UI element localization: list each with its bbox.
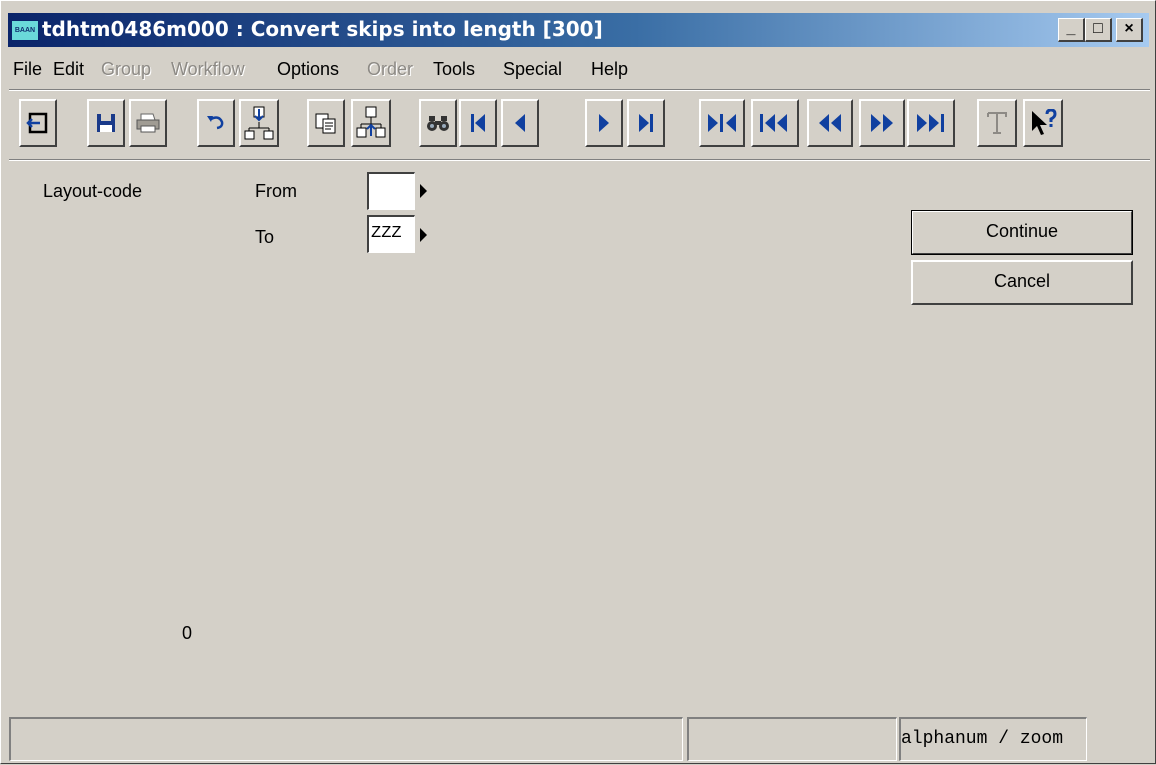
menu-tools[interactable]: Tools — [433, 59, 475, 80]
copy-button[interactable] — [307, 99, 345, 147]
continue-button[interactable]: Continue — [911, 210, 1133, 255]
status-bar: alphanum / zoom — [1, 711, 1156, 765]
previous-record-icon — [515, 114, 525, 132]
menu-help[interactable]: Help — [591, 59, 628, 80]
menu-special[interactable]: Special — [503, 59, 562, 80]
menu-edit[interactable]: Edit — [53, 59, 84, 80]
exit-button[interactable] — [19, 99, 57, 147]
menu-file[interactable]: File — [13, 59, 42, 80]
save-icon — [97, 114, 115, 132]
close-icon: × — [1124, 20, 1134, 37]
previous-group-icon — [819, 114, 841, 132]
layout-code-from-field[interactable] — [367, 172, 415, 210]
layout-code-label: Layout-code — [43, 181, 143, 201]
previous-group-button[interactable] — [807, 99, 853, 147]
text-icon — [987, 112, 1007, 134]
app-icon[interactable]: BAAN — [11, 20, 39, 41]
menu-order[interactable]: Order — [367, 59, 413, 80]
to-label: To — [255, 227, 275, 247]
last-group-icon — [917, 114, 944, 132]
app-icon-text: BAAN — [14, 27, 36, 34]
minimize-icon: _ — [1066, 20, 1076, 37]
menu-divider — [9, 89, 1150, 91]
maximize-button[interactable]: □ — [1085, 18, 1112, 42]
first-record-icon — [471, 114, 485, 132]
undo-button[interactable] — [197, 99, 235, 147]
find-button[interactable] — [419, 99, 457, 147]
last-record-button[interactable] — [627, 99, 665, 147]
toolbar-divider — [9, 159, 1150, 161]
to-zoom-arrow-icon[interactable] — [420, 228, 427, 242]
minimize-button[interactable]: _ — [1058, 18, 1085, 42]
window-title: tdhtm0486m000 : Convert skips into lengt… — [42, 17, 603, 41]
insert-icon — [244, 106, 274, 140]
layout-code-to-field[interactable]: ZZZ — [367, 215, 415, 253]
whats-this-help-icon — [1032, 109, 1057, 135]
application-window: BAAN tdhtm0486m000 : Convert skips into … — [0, 0, 1156, 764]
last-record-icon — [639, 114, 653, 132]
close-button[interactable]: × — [1116, 18, 1143, 42]
status-mode-pane: alphanum / zoom — [899, 717, 1087, 761]
cancel-button[interactable]: Cancel — [911, 260, 1133, 305]
previous-group-set-button[interactable] — [751, 99, 799, 147]
title-bar[interactable]: BAAN tdhtm0486m000 : Convert skips into … — [8, 13, 1149, 47]
next-group-button[interactable] — [859, 99, 905, 147]
from-label: From — [255, 181, 297, 201]
insert-button[interactable] — [239, 99, 279, 147]
find-icon — [427, 116, 449, 131]
print-icon — [136, 113, 160, 133]
menu-workflow[interactable]: Workflow — [171, 59, 245, 80]
status-message-pane — [9, 717, 683, 761]
menu-group[interactable]: Group — [101, 59, 151, 80]
from-zoom-arrow-icon[interactable] — [420, 184, 427, 198]
copy-icon — [315, 113, 336, 134]
last-group-button[interactable] — [907, 99, 955, 147]
first-group-icon — [708, 114, 736, 132]
menu-options[interactable]: Options — [277, 59, 339, 80]
text-button[interactable] — [977, 99, 1017, 147]
toolbar — [1, 95, 1156, 159]
next-group-icon — [871, 114, 893, 132]
exit-icon — [26, 112, 48, 134]
maximize-icon: □ — [1093, 20, 1103, 37]
status-info-pane — [687, 717, 897, 761]
undo-icon — [207, 116, 224, 130]
save-button[interactable] — [87, 99, 125, 147]
duplicate-button[interactable] — [351, 99, 391, 147]
first-group-button[interactable] — [699, 99, 745, 147]
previous-record-button[interactable] — [501, 99, 539, 147]
print-button[interactable] — [129, 99, 167, 147]
duplicate-icon — [356, 106, 386, 138]
next-record-button[interactable] — [585, 99, 623, 147]
next-record-icon — [599, 114, 609, 132]
first-record-button[interactable] — [459, 99, 497, 147]
previous-group-set-icon — [760, 114, 787, 132]
whats-this-help-button[interactable] — [1023, 99, 1063, 147]
record-counter: 0 — [182, 623, 193, 643]
